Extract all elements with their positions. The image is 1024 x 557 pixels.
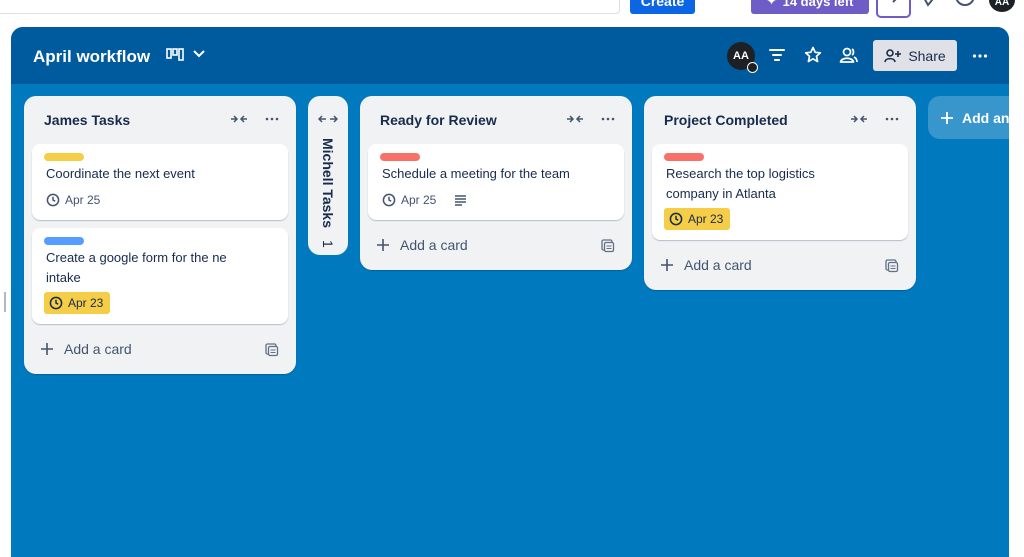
add-list-button[interactable]: Add an (928, 96, 1009, 139)
clock-icon (49, 296, 63, 310)
add-card-button[interactable]: Add a card (40, 341, 132, 357)
notification-icon (892, 0, 897, 3)
admin-badge-icon (747, 62, 758, 73)
list-item[interactable]: Research the top logistics company in At… (652, 144, 908, 240)
list-title[interactable]: James Tasks (44, 112, 130, 128)
share-button[interactable]: Share (873, 40, 957, 71)
list-item[interactable]: Schedule a meeting for the team Apr 25 (368, 144, 624, 220)
list-title[interactable]: Michell Tasks 1 (320, 138, 336, 248)
app-top-bar: Create ✦ 14 days left AA (0, 0, 1024, 20)
account-avatar[interactable]: AA (989, 0, 1015, 12)
collapse-icon[interactable] (850, 113, 868, 125)
trial-button[interactable]: ✦ 14 days left (751, 0, 869, 14)
due-date-badge[interactable]: Apr 23 (664, 208, 731, 230)
card-label (380, 153, 420, 161)
list-project-completed: Project Completed Research the top logis… (644, 96, 916, 290)
list-title[interactable]: Ready for Review (380, 112, 497, 128)
info-icon[interactable] (956, 0, 974, 8)
list-item[interactable]: Create a google form for the ne intake A… (32, 228, 288, 324)
expand-icon[interactable] (318, 113, 338, 125)
sparkle-icon: ✦ (766, 0, 777, 8)
more-icon[interactable] (600, 113, 616, 125)
list-james-tasks: James Tasks Coordinate the next event Ap… (24, 96, 296, 374)
due-date-badge[interactable]: Apr 25 (46, 189, 100, 211)
member-avatar[interactable]: AA (727, 42, 758, 73)
divider (4, 292, 6, 312)
search-input[interactable] (0, 0, 620, 14)
card-label (44, 153, 84, 161)
activity-icon[interactable] (922, 0, 938, 8)
add-member-icon (884, 48, 902, 62)
list-title[interactable]: Project Completed (664, 112, 788, 128)
collapse-icon[interactable] (230, 113, 248, 125)
more-icon[interactable] (264, 113, 280, 125)
notification-button[interactable] (876, 0, 911, 18)
card-title: Coordinate the next event (46, 166, 195, 181)
clock-icon (669, 212, 683, 226)
more-icon[interactable] (971, 47, 989, 65)
board-title[interactable]: April workflow (33, 47, 150, 67)
visibility-icon[interactable] (839, 46, 859, 64)
card-title: Research the top logistics company in At… (666, 166, 815, 201)
due-date-badge[interactable]: Apr 25 (382, 189, 436, 211)
list-ready-for-review: Ready for Review Schedule a meeting for … (360, 96, 632, 270)
card-label (44, 237, 84, 245)
board-view-icon[interactable] (166, 47, 184, 61)
add-card-button[interactable]: Add a card (376, 237, 468, 253)
more-icon[interactable] (884, 113, 900, 125)
chevron-down-icon[interactable] (192, 49, 206, 59)
create-button[interactable]: Create (630, 0, 695, 14)
due-date-badge[interactable]: Apr 23 (44, 292, 111, 314)
add-card-button[interactable]: Add a card (660, 257, 752, 273)
board-canvas: April workflow AA Share James Tasks Coor… (11, 27, 1009, 557)
list-michell-tasks-collapsed[interactable]: Michell Tasks 1 (308, 96, 348, 255)
plus-icon (941, 111, 953, 124)
plus-icon (41, 343, 53, 355)
card-title: Create a google form for the ne intake (46, 250, 227, 285)
list-item[interactable]: Coordinate the next event Apr 25 (32, 144, 288, 220)
card-count: 1 (320, 239, 336, 248)
plus-icon (661, 259, 673, 271)
clock-icon (46, 193, 60, 207)
star-icon[interactable] (804, 46, 822, 64)
plus-icon (377, 239, 389, 251)
description-icon (454, 194, 467, 206)
card-label (664, 153, 704, 161)
template-icon[interactable] (885, 259, 899, 273)
board-header: April workflow AA Share (11, 27, 1009, 84)
template-icon[interactable] (601, 239, 615, 253)
collapse-icon[interactable] (566, 113, 584, 125)
template-icon[interactable] (265, 343, 279, 357)
filter-icon[interactable] (768, 46, 786, 64)
clock-icon (382, 193, 396, 207)
card-title: Schedule a meeting for the team (382, 166, 570, 181)
